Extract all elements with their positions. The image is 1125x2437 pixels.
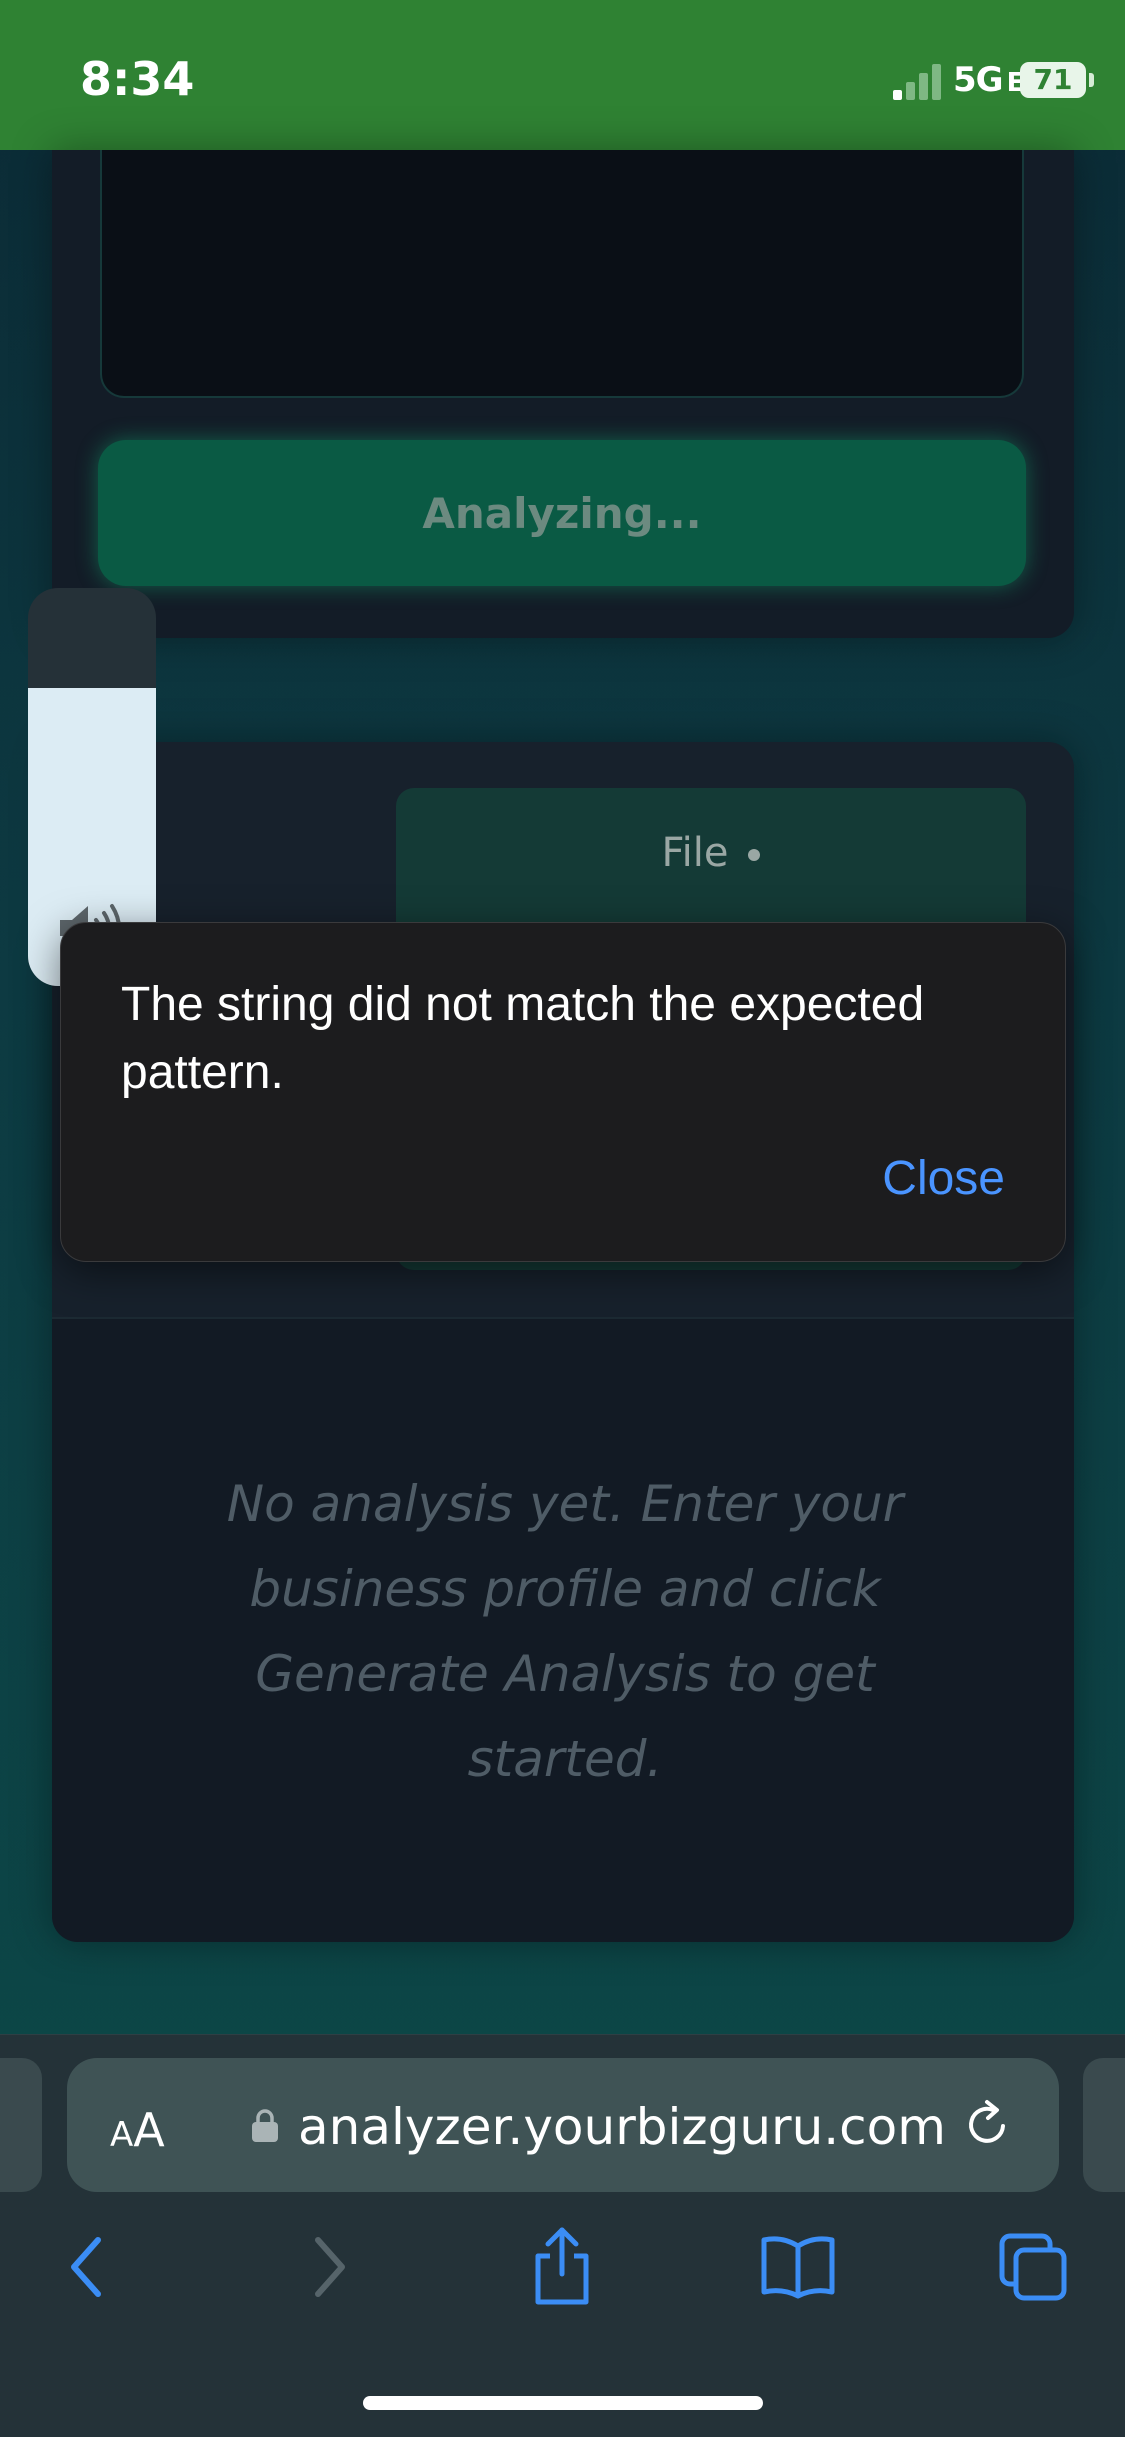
next-tab-peek[interactable] — [1083, 2058, 1125, 2192]
battery-indicator: 71 — [1020, 62, 1086, 98]
reload-icon[interactable] — [963, 2098, 1013, 2150]
status-time: 8:34 — [80, 52, 195, 106]
book-icon[interactable] — [760, 2232, 836, 2302]
business-profile-textarea[interactable] — [100, 150, 1024, 398]
network-type: 5G E — [953, 60, 1024, 100]
file-tab-label: File — [396, 830, 1026, 876]
url-text[interactable]: analyzer.yourbizguru.com — [298, 2098, 946, 2156]
lock-icon — [252, 2109, 278, 2142]
tabs-icon[interactable] — [998, 2232, 1070, 2302]
cellular-signal-icon — [893, 64, 941, 100]
chevron-left-icon[interactable] — [64, 2232, 108, 2302]
alert-dialog: The string did not match the expected pa… — [60, 922, 1066, 1262]
status-bar: 8:34 5G E 71 — [0, 0, 1125, 150]
analyze-button[interactable]: Analyzing... — [98, 440, 1026, 586]
share-icon[interactable] — [530, 2226, 594, 2306]
battery-tip — [1089, 73, 1094, 87]
alert-message: The string did not match the expected pa… — [121, 978, 925, 1099]
close-button[interactable]: Close — [882, 1151, 1005, 1206]
dot-icon — [748, 849, 761, 861]
text-size-button[interactable]: AA — [110, 2103, 165, 2157]
previous-tab-peek[interactable] — [0, 2058, 42, 2192]
home-indicator — [363, 2396, 763, 2410]
chevron-right-icon[interactable] — [308, 2232, 352, 2302]
empty-state-message: No analysis yet. Enter your business pro… — [226, 1475, 904, 1788]
